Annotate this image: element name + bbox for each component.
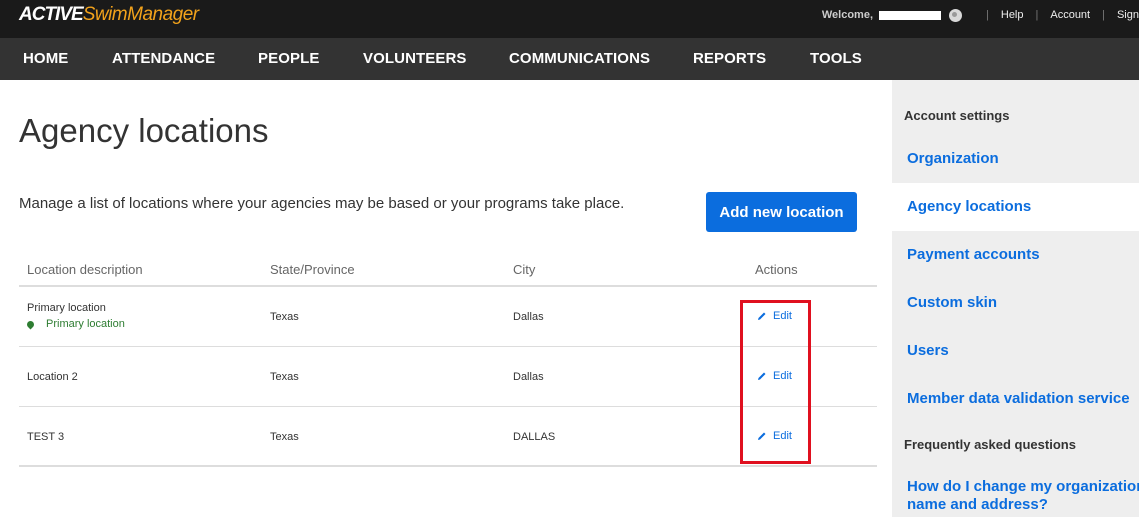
header-actions: Actions — [755, 262, 798, 277]
faq-change-organization-link[interactable]: How do I change my organization name and… — [907, 478, 1139, 514]
location-state: Texas — [270, 311, 299, 323]
nav-volunteers[interactable]: VOLUNTEERS — [363, 50, 467, 67]
logo-brand: ACTIVE — [19, 4, 84, 25]
primary-location-tag: Primary location — [25, 318, 125, 330]
app-logo[interactable]: ACTIVESwimManager — [19, 4, 199, 26]
sidebar-item-payment-accounts[interactable]: Payment accounts — [892, 231, 1139, 279]
page-title: Agency locations — [19, 112, 269, 149]
location-state: Texas — [270, 431, 299, 443]
location-state: Texas — [270, 371, 299, 383]
nav-reports[interactable]: REPORTS — [693, 50, 766, 67]
table-header: Location description State/Province City… — [19, 253, 877, 287]
location-description: TEST 3 — [27, 431, 65, 443]
welcome-text: Welcome, — [821, 9, 874, 21]
sidebar-item-custom-skin[interactable]: Custom skin — [892, 279, 1139, 327]
primary-location-label: Primary location — [46, 318, 125, 330]
divider: | — [1102, 9, 1105, 21]
location-description: Primary location — [27, 302, 106, 314]
nav-attendance[interactable]: ATTENDANCE — [112, 50, 215, 67]
header-city: City — [513, 262, 536, 277]
top-bar: ACTIVESwimManager Welcome, | Help | Acco… — [0, 0, 1139, 38]
header-state-province: State/Province — [270, 262, 355, 277]
main-nav: HOME ATTENDANCE PEOPLE VOLUNTEERS COMMUN… — [0, 38, 1139, 80]
location-city: Dallas — [513, 371, 544, 383]
location-city: DALLAS — [513, 431, 556, 443]
location-city: Dallas — [513, 311, 544, 323]
logo-product: SwimManager — [82, 4, 199, 25]
sidebar-item-agency-locations[interactable]: Agency locations — [892, 183, 1139, 231]
account-settings-sidebar: Account settings Organization Agency loc… — [892, 80, 1139, 517]
nav-communications[interactable]: COMMUNICATIONS — [509, 50, 650, 67]
divider: | — [1035, 9, 1039, 21]
divider: | — [986, 9, 989, 21]
globe-icon[interactable] — [949, 8, 963, 22]
top-right-links: Welcome, | Help | Account | Sign — [822, 0, 1139, 30]
nav-home[interactable]: HOME — [23, 50, 68, 67]
map-pin-icon — [25, 319, 36, 329]
nav-people[interactable]: PEOPLE — [258, 50, 319, 67]
edit-actions-highlight — [740, 300, 811, 464]
help-link[interactable]: Help — [1001, 9, 1024, 21]
sidebar-heading: Account settings — [904, 108, 1010, 123]
sidebar-item-member-data-validation[interactable]: Member data validation service — [892, 375, 1139, 423]
sign-out-link[interactable]: Sign — [1117, 9, 1139, 21]
page-description: Manage a list of locations where your ag… — [19, 195, 625, 212]
sidebar-item-users[interactable]: Users — [892, 327, 1139, 375]
location-description: Location 2 — [27, 371, 78, 383]
add-new-location-button[interactable]: Add new location — [706, 192, 857, 232]
nav-tools[interactable]: TOOLS — [810, 50, 862, 67]
header-location-description: Location description — [27, 262, 143, 277]
sidebar-item-organization[interactable]: Organization — [892, 135, 1139, 183]
account-link[interactable]: Account — [1050, 9, 1090, 21]
redacted-username — [879, 10, 942, 20]
faq-heading: Frequently asked questions — [904, 437, 1076, 452]
